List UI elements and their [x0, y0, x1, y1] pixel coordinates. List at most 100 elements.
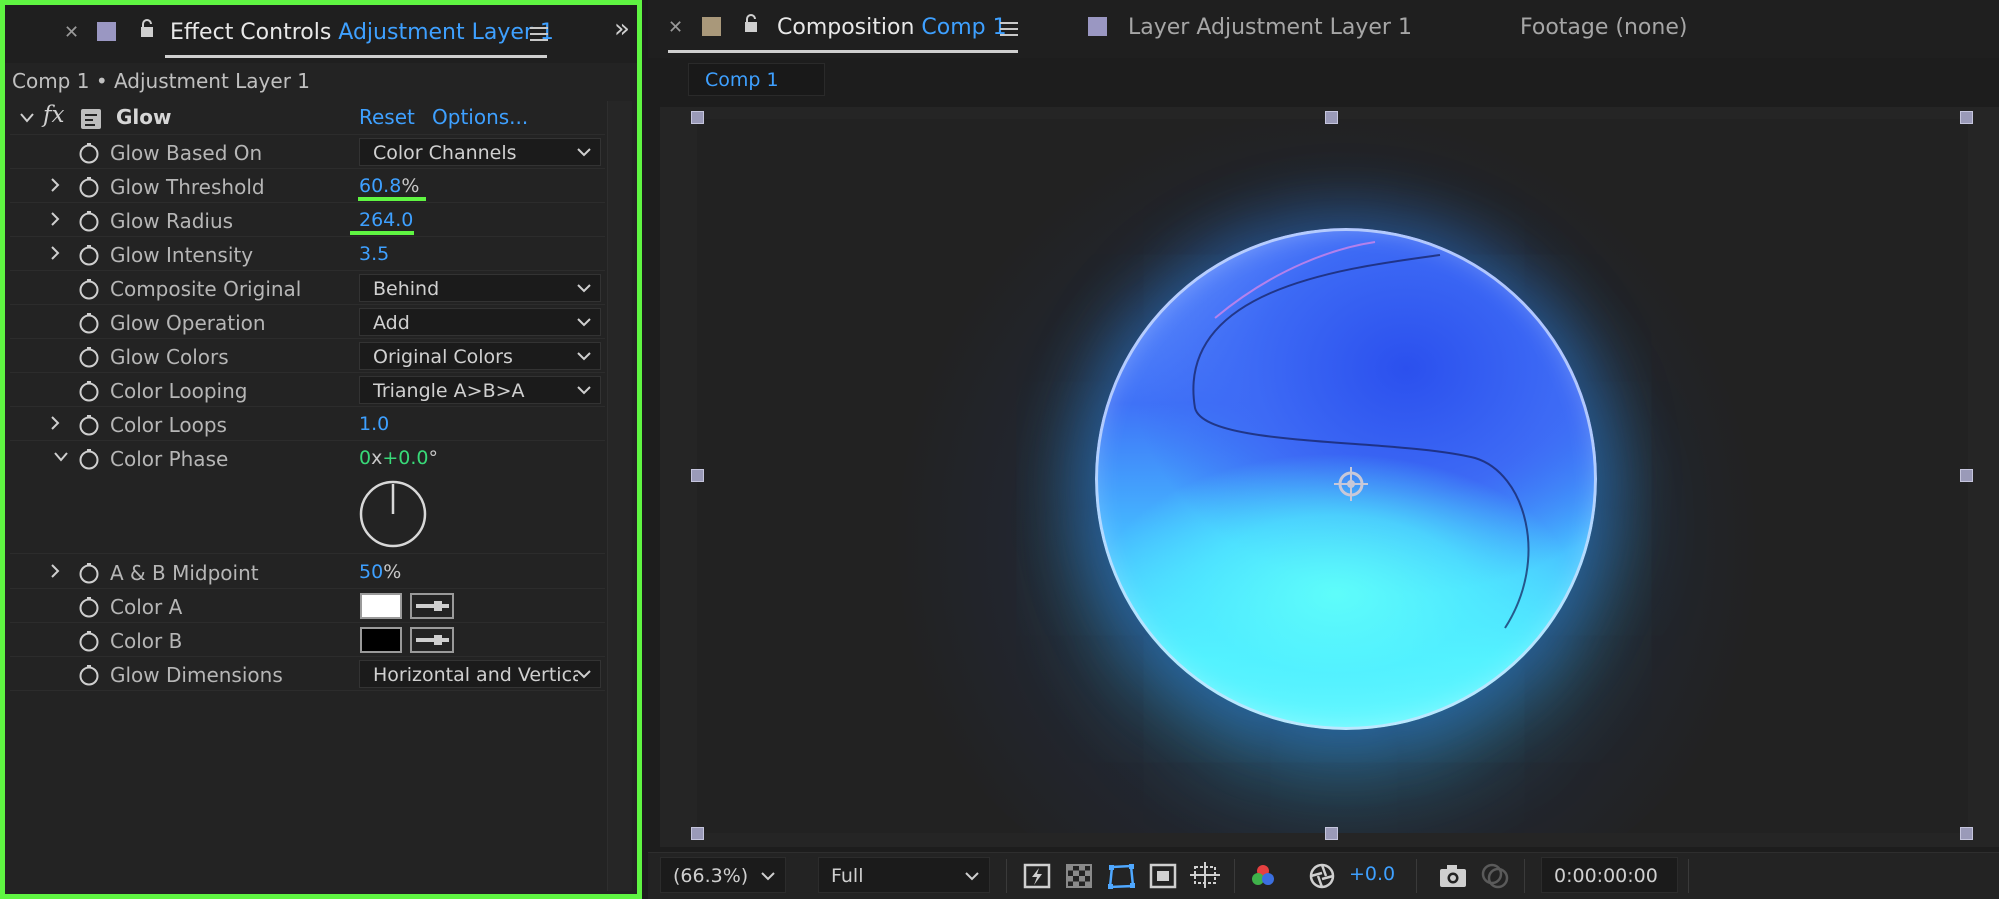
property-row-glow-intensity: Glow Intensity 3.5 — [10, 237, 605, 271]
transform-handle-top-right[interactable] — [1960, 111, 1973, 124]
transform-handle-bottom-center[interactable] — [1325, 827, 1338, 840]
transparency-grid-icon[interactable] — [1064, 862, 1094, 890]
snapshot-camera-icon[interactable] — [1438, 862, 1468, 890]
glow-threshold-value[interactable]: 60.8% — [359, 175, 419, 197]
options-button[interactable]: Options... — [432, 105, 528, 129]
stopwatch-icon[interactable] — [78, 312, 100, 334]
chevron-right-icon[interactable] — [50, 416, 60, 430]
stopwatch-icon[interactable] — [78, 278, 100, 300]
transform-handle-top-center[interactable] — [1325, 111, 1338, 124]
stopwatch-icon[interactable] — [78, 346, 100, 368]
stopwatch-icon[interactable] — [78, 176, 100, 198]
stopwatch-icon[interactable] — [78, 562, 100, 584]
mask-path-visibility-icon[interactable] — [1106, 862, 1136, 890]
composite-original-dropdown[interactable]: Behind — [359, 274, 601, 302]
stopwatch-icon[interactable] — [78, 664, 100, 686]
angle-dial[interactable] — [358, 479, 428, 549]
chevron-down-icon — [577, 352, 591, 361]
exposure-icon[interactable] — [1308, 862, 1338, 890]
current-time-field[interactable]: 0:00:00:00 — [1541, 857, 1678, 893]
stopwatch-icon[interactable] — [78, 414, 100, 436]
fast-previews-icon[interactable] — [1022, 862, 1052, 890]
chevron-down-icon[interactable] — [19, 112, 35, 124]
color-loops-value[interactable]: 1.0 — [359, 413, 389, 435]
stopwatch-icon[interactable] — [78, 380, 100, 402]
scrubbable-number[interactable]: 60.8 — [359, 175, 401, 197]
chevron-right-icon[interactable] — [50, 246, 60, 260]
comp-canvas[interactable] — [697, 119, 1968, 833]
property-row-color-a: Color A — [10, 589, 605, 623]
expand-panels-icon[interactable]: » — [614, 14, 630, 44]
degrees-value[interactable]: +0.0 — [382, 447, 428, 469]
color-a-swatch[interactable] — [360, 593, 402, 619]
region-of-interest-icon[interactable] — [1148, 862, 1178, 890]
property-row-color-b: Color B — [10, 623, 605, 657]
timecode-value: 0:00:00:00 — [1554, 865, 1658, 887]
chevron-down-icon[interactable] — [54, 452, 68, 462]
unit-suffix: % — [383, 561, 402, 583]
effect-header-glow[interactable]: fx Glow Reset Options... — [10, 101, 605, 135]
glow-dimensions-dropdown[interactable]: Horizontal and Vertical — [359, 660, 601, 688]
revolutions-value[interactable]: 0 — [359, 447, 371, 469]
layer-tab[interactable]: Layer Adjustment Layer 1 — [1128, 15, 1412, 40]
property-label: Glow Intensity — [110, 243, 254, 267]
chevron-right-icon[interactable] — [50, 564, 60, 578]
resolution-dropdown[interactable]: Full — [818, 857, 990, 893]
transform-handle-middle-left[interactable] — [691, 469, 704, 482]
chevron-down-icon — [577, 284, 591, 293]
glow-operation-dropdown[interactable]: Add — [359, 308, 601, 336]
fx-toggle-icon[interactable]: fx — [43, 102, 64, 128]
show-channel-icon[interactable] — [1248, 862, 1278, 890]
composition-viewer[interactable] — [660, 107, 1999, 847]
lock-icon[interactable] — [139, 19, 155, 39]
close-tab-icon[interactable]: ✕ — [64, 22, 79, 43]
effect-preset-icon — [81, 109, 101, 129]
ab-midpoint-value[interactable]: 50% — [359, 561, 401, 583]
magnification-dropdown[interactable]: (66.3%) — [660, 857, 786, 893]
glow-intensity-value[interactable]: 3.5 — [359, 243, 389, 265]
footage-tab[interactable]: Footage (none) — [1520, 15, 1687, 40]
property-row-ab-midpoint: A & B Midpoint 50% — [10, 555, 605, 589]
composition-tab-title[interactable]: Composition Comp 1 — [777, 15, 1007, 40]
scrubbable-number[interactable]: 264.0 — [359, 209, 413, 231]
color-b-swatch[interactable] — [360, 627, 402, 653]
eyedropper-icon[interactable] — [410, 627, 454, 653]
comp-navigator-tab[interactable]: Comp 1 — [688, 63, 825, 96]
panel-scrollbar[interactable] — [607, 101, 632, 891]
eyedropper-icon[interactable] — [410, 593, 454, 619]
layer-color-swatch — [97, 22, 116, 41]
lock-icon[interactable] — [743, 14, 759, 34]
glow-colors-dropdown[interactable]: Original Colors — [359, 342, 601, 370]
panel-menu-icon[interactable] — [1000, 22, 1018, 36]
dropdown-value: Behind — [373, 278, 440, 300]
show-snapshot-icon[interactable] — [1480, 862, 1510, 890]
panel-menu-icon[interactable] — [530, 27, 548, 41]
effect-controls-tab-title[interactable]: Effect Controls Adjustment Layer 1 — [170, 20, 554, 45]
layer-color-swatch — [1088, 17, 1107, 36]
close-tab-icon[interactable]: ✕ — [668, 17, 683, 38]
stopwatch-icon[interactable] — [78, 244, 100, 266]
stopwatch-icon[interactable] — [78, 596, 100, 618]
property-row-glow-based-on: Glow Based On Color Channels — [10, 135, 605, 169]
stopwatch-icon[interactable] — [78, 630, 100, 652]
stopwatch-icon[interactable] — [78, 448, 100, 470]
grid-guides-icon[interactable] — [1190, 862, 1220, 890]
transform-handle-bottom-right[interactable] — [1960, 827, 1973, 840]
transform-handle-middle-right[interactable] — [1960, 469, 1973, 482]
toolbar-divider — [1688, 859, 1689, 893]
stopwatch-icon[interactable] — [78, 142, 100, 164]
color-looping-dropdown[interactable]: Triangle A>B>A — [359, 376, 601, 404]
anchor-point-icon[interactable] — [1332, 465, 1370, 503]
transform-handle-bottom-left[interactable] — [691, 827, 704, 840]
chevron-right-icon[interactable] — [50, 178, 60, 192]
magnification-value: (66.3%) — [673, 865, 749, 887]
glow-radius-value[interactable]: 264.0 — [359, 209, 413, 231]
exposure-value[interactable]: +0.0 — [1349, 863, 1395, 885]
chevron-down-icon — [577, 318, 591, 327]
scrubbable-number[interactable]: 50 — [359, 561, 383, 583]
transform-handle-top-left[interactable] — [691, 111, 704, 124]
glow-based-on-dropdown[interactable]: Color Channels — [359, 138, 601, 166]
stopwatch-icon[interactable] — [78, 210, 100, 232]
reset-button[interactable]: Reset — [359, 105, 415, 129]
chevron-right-icon[interactable] — [50, 212, 60, 226]
